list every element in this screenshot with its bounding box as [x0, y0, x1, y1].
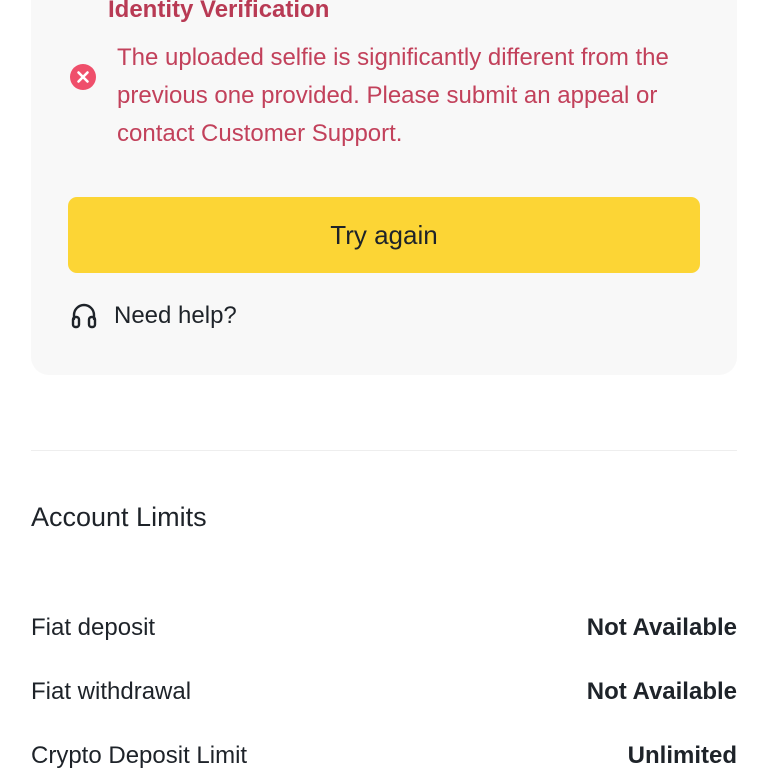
need-help-label: Need help? [114, 302, 237, 329]
limit-label: Crypto Deposit Limit [31, 742, 248, 768]
try-again-button[interactable]: Try again [68, 197, 700, 273]
limit-label: Fiat withdrawal [31, 678, 192, 705]
limit-value: Unlimited [627, 742, 737, 768]
page: Identity Verification The uploaded selfi… [0, 0, 768, 768]
error-x-circle-icon [70, 64, 96, 90]
limit-row-fiat-deposit: Fiat deposit Not Available [31, 610, 737, 646]
verification-title: Identity Verification [108, 0, 330, 23]
verification-error-message: The uploaded selfie is significantly dif… [117, 44, 669, 147]
limit-row-crypto-deposit: Crypto Deposit Limit Unlimited [31, 738, 737, 768]
limit-value: Not Available [586, 678, 737, 705]
headset-icon [70, 302, 98, 330]
limit-value: Not Available [586, 614, 737, 641]
account-limits-title: Account Limits [31, 502, 207, 532]
limit-label: Fiat deposit [31, 614, 156, 641]
section-divider [31, 450, 737, 451]
need-help-link[interactable]: Need help? [70, 298, 237, 334]
limit-row-fiat-withdrawal: Fiat withdrawal Not Available [31, 674, 737, 710]
